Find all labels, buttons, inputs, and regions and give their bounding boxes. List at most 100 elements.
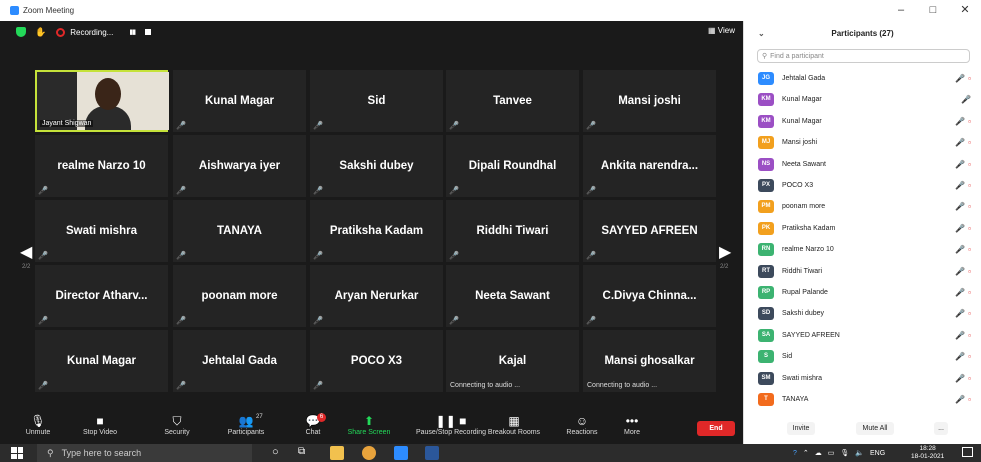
chat-badge: 6 <box>317 413 326 422</box>
toolbar-more-button[interactable]: ••• More <box>602 413 662 436</box>
participant-row[interactable]: SA SAYYED AFREEN 🎤▫ <box>744 325 981 346</box>
invite-button[interactable]: Invite <box>787 422 815 435</box>
participant-row[interactable]: RN realme Narzo 10 🎤▫ <box>744 239 981 260</box>
participant-tile[interactable]: poonam more 🎤 <box>173 265 306 327</box>
participant-row[interactable]: S Sid 🎤▫ <box>744 346 981 367</box>
battery-icon[interactable]: ▭ <box>828 449 835 457</box>
toolbar-pause-stop-recording-button[interactable]: ❚❚ ■ Pause/Stop Recording <box>407 413 495 436</box>
participant-tile[interactable]: Kunal Magar 🎤 <box>35 330 168 392</box>
participant-tile[interactable]: Ankita narendra... 🎤 <box>583 135 716 197</box>
chrome-icon[interactable] <box>362 446 376 460</box>
notification-icon[interactable] <box>962 447 973 457</box>
avatar: PX <box>758 179 774 192</box>
avatar: S <box>758 350 774 364</box>
participant-tile[interactable]: Tanvee 🎤 <box>446 70 579 132</box>
participant-row[interactable]: PM poonam more 🎤▫ <box>744 196 981 217</box>
participant-tile[interactable]: Neeta Sawant 🎤 <box>446 265 579 327</box>
search-placeholder: Find a participant <box>770 52 824 60</box>
participant-tile[interactable]: Aishwarya iyer 🎤 <box>173 135 306 197</box>
toolbar-chat-button[interactable]: 💬 6 Chat <box>283 413 343 436</box>
next-page-arrow-icon[interactable]: ▶ <box>719 242 731 262</box>
cloud-icon[interactable]: ☁ <box>815 449 822 457</box>
participant-tile[interactable]: Mansi ghosalkar Connecting to audio ... <box>583 330 716 392</box>
participant-tile[interactable]: realme Narzo 10 🎤 <box>35 135 168 197</box>
stop-recording-icon[interactable] <box>145 29 152 35</box>
participant-row[interactable]: PX POCO X3 🎤▫ <box>744 175 981 196</box>
muted-status-icon: 🎤▫ <box>955 74 974 83</box>
participant-tile[interactable]: C.Divya Chinna... 🎤 <box>583 265 716 327</box>
volume-icon[interactable]: 🔈 <box>855 449 864 457</box>
cortana-icon[interactable]: ○ <box>272 446 279 458</box>
participant-tile[interactable]: Kunal Magar 🎤 <box>173 70 306 132</box>
muted-mic-icon: 🎤 <box>313 381 323 390</box>
language-indicator[interactable]: ENG <box>870 450 885 457</box>
participant-tile[interactable]: TANAYA 🎤 <box>173 200 306 262</box>
taskbar-clock[interactable]: 18:28 18-01-2021 <box>911 445 944 461</box>
muted-mic-icon: 🎤 <box>176 186 186 195</box>
collapse-chevron-icon[interactable]: ⌄ <box>758 29 765 38</box>
avatar: RP <box>758 286 774 299</box>
active-speaker-tile[interactable]: Jayant Shigwan <box>35 70 169 132</box>
toolbar-security-button[interactable]: ⛉ Security <box>147 413 207 436</box>
view-button[interactable]: ▦ View <box>708 26 735 35</box>
participant-row[interactable]: PK Pratiksha Kadam 🎤▫ <box>744 218 981 239</box>
file-explorer-icon[interactable] <box>330 446 344 460</box>
toolbar-breakout-rooms-button[interactable]: ▦ Breakout Rooms <box>484 413 544 436</box>
participant-tile[interactable]: POCO X3 🎤 <box>310 330 443 392</box>
participant-tile[interactable]: Director Atharv... 🎤 <box>35 265 168 327</box>
participant-tile[interactable]: Kajal Connecting to audio ... <box>446 330 579 392</box>
participant-row[interactable]: KM Kunal Magar 🎤▫ <box>744 111 981 132</box>
participant-row[interactable]: SM Swati mishra 🎤▫ <box>744 368 981 389</box>
right-page-indicator: 2/2 <box>720 264 729 270</box>
panel-more-button[interactable]: ... <box>934 422 948 435</box>
participant-row[interactable]: NS Neeta Sawant 🎤▫ <box>744 154 981 175</box>
close-button[interactable]: ✕ <box>949 0 981 21</box>
participant-row[interactable]: RP Rupal Palande 🎤▫ <box>744 282 981 303</box>
end-meeting-button[interactable]: End <box>697 421 735 436</box>
muted-mic-icon: 🎤 <box>38 381 48 390</box>
participant-tile[interactable]: Dipali Roundhal 🎤 <box>446 135 579 197</box>
task-view-icon[interactable]: ⧉ <box>298 446 305 457</box>
help-icon[interactable]: ? <box>793 450 797 457</box>
participant-tile[interactable]: Sakshi dubey 🎤 <box>310 135 443 197</box>
mic-tray-icon[interactable]: 🎙 <box>840 449 849 457</box>
prev-page-arrow-icon[interactable]: ◀ <box>20 242 32 262</box>
mute-all-button[interactable]: Mute All <box>856 422 894 435</box>
toolbar-participants-button[interactable]: 👥 27 Participants <box>216 413 276 436</box>
participant-tile[interactable]: SAYYED AFREEN 🎤 <box>583 200 716 262</box>
participant-tile[interactable]: Swati mishra 🎤 <box>35 200 168 262</box>
participant-row[interactable]: T TANAYA 🎤▫ <box>744 389 981 410</box>
participant-tile[interactable]: Sid 🎤 <box>310 70 443 132</box>
tray-chevron-icon[interactable]: ⌃ <box>803 449 809 457</box>
zoom-taskbar-icon[interactable] <box>394 446 408 460</box>
view-label: View <box>717 26 735 35</box>
toolbar-share-screen-button[interactable]: ⬆ Share Screen <box>339 413 399 436</box>
participant-tile[interactable]: Jehtalal Gada 🎤 <box>173 330 306 392</box>
participant-row[interactable]: JG Jehtalal Gada 🎤▫ <box>744 68 981 89</box>
system-tray: ? ⌃ ☁ ▭ 🎙 🔈 ENG <box>793 444 885 462</box>
participant-name: poonam more <box>782 203 826 211</box>
participant-tile[interactable]: Pratiksha Kadam 🎤 <box>310 200 443 262</box>
pause-recording-icon[interactable]: ▮▮ <box>129 28 136 36</box>
security-shield-icon[interactable] <box>16 27 26 37</box>
maximize-button[interactable]: □ <box>917 0 949 21</box>
muted-mic-icon: 🎤 <box>176 381 186 390</box>
participant-tile[interactable]: Riddhi Tiwari 🎤 <box>446 200 579 262</box>
participant-tile-name: SAYYED AFREEN <box>601 225 698 237</box>
participant-tile[interactable]: Aryan Nerurkar 🎤 <box>310 265 443 327</box>
avatar: T <box>758 393 774 406</box>
windows-start-icon[interactable] <box>11 447 23 459</box>
participant-row[interactable]: KM Kunal Magar 🎤 <box>744 89 981 110</box>
participant-row[interactable]: SD Sakshi dubey 🎤▫ <box>744 303 981 324</box>
participant-row[interactable]: RT Riddhi Tiwari 🎤▫ <box>744 261 981 282</box>
taskbar-search-input[interactable]: ⚲ Type here to search <box>37 444 252 462</box>
participant-row[interactable]: MJ Mansi joshi 🎤▫ <box>744 132 981 153</box>
participant-tile[interactable]: Mansi joshi 🎤 <box>583 70 716 132</box>
muted-status-icon: 🎤▫ <box>955 223 974 233</box>
minimize-button[interactable]: – <box>885 0 917 21</box>
participant-search-input[interactable]: ⚲ Find a participant <box>757 49 970 63</box>
word-icon[interactable] <box>425 446 439 460</box>
raise-hand-icon[interactable]: ✋ <box>35 27 46 38</box>
toolbar-stop-video-button[interactable]: ■ Stop Video <box>70 413 130 436</box>
toolbar-unmute-button[interactable]: 🎙 Unmute <box>8 413 68 436</box>
